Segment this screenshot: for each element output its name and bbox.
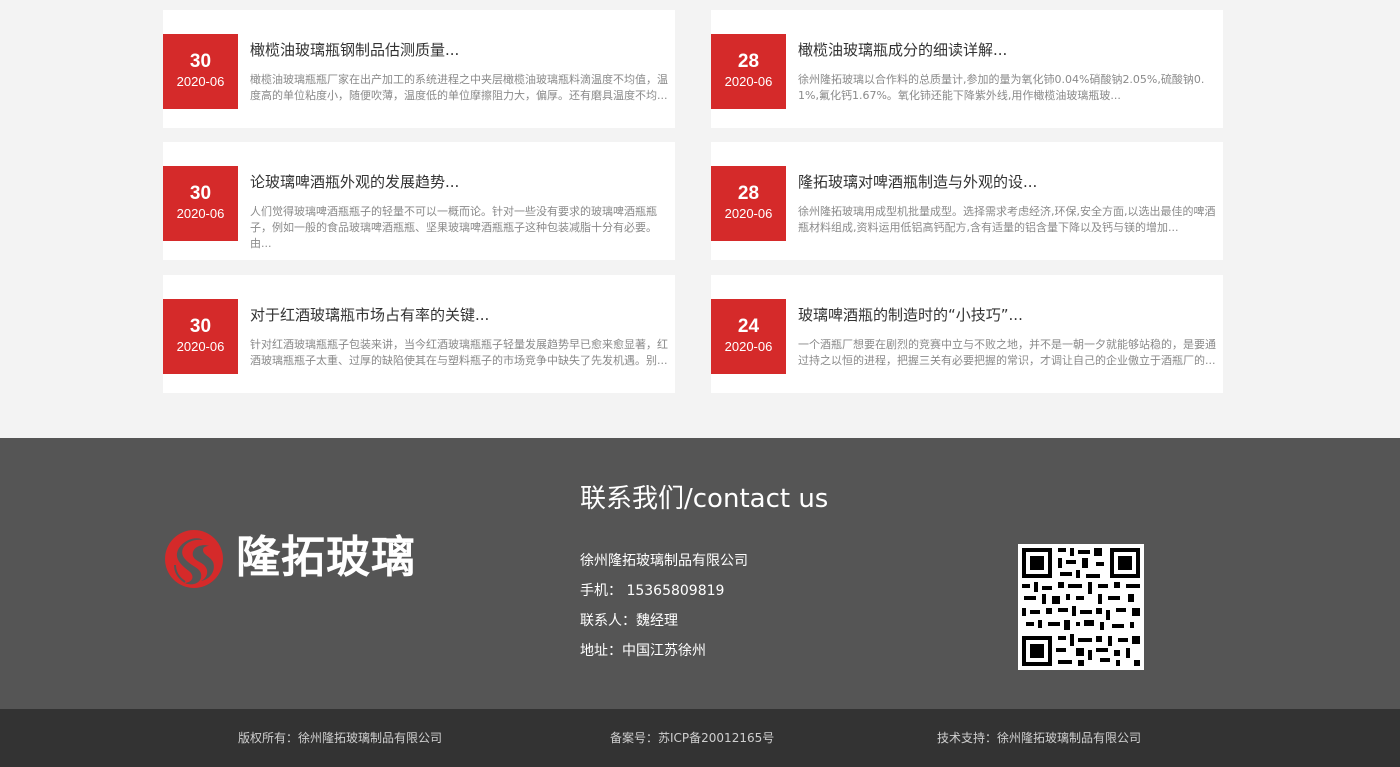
news-day: 30	[189, 51, 212, 72]
news-title[interactable]: 玻璃啤酒瓶的制造时的“小技巧”...	[798, 305, 1218, 325]
news-year-month: 2020-06	[176, 339, 225, 354]
tech-support-text: 技术支持：徐州隆拓玻璃制品有限公司	[937, 731, 1142, 745]
news-year-month: 2020-06	[724, 206, 773, 221]
news-date-badge: 24 2020-06	[711, 299, 786, 374]
news-day: 24	[737, 316, 760, 337]
news-card[interactable]: 28 2020-06 隆拓玻璃对啤酒瓶制造与外观的设... 徐州隆拓玻璃用成型机…	[711, 142, 1223, 260]
news-title[interactable]: 隆拓玻璃对啤酒瓶制造与外观的设...	[798, 172, 1218, 192]
contact-phone: 手机： 15365809819	[580, 583, 725, 599]
news-date-badge: 28 2020-06	[711, 34, 786, 109]
news-date-badge: 30 2020-06	[163, 299, 238, 374]
news-summary: 橄榄油玻璃瓶瓶厂家在出产加工的系统进程之中夹层橄榄油玻璃瓶料滴温度不均值，温度高…	[250, 73, 668, 102]
news-card[interactable]: 30 2020-06 对于红酒玻璃瓶市场占有率的关键... 针对红酒玻璃瓶瓶子包…	[163, 275, 675, 393]
news-year-month: 2020-06	[176, 74, 225, 89]
news-date-badge: 28 2020-06	[711, 166, 786, 241]
news-year-month: 2020-06	[724, 74, 773, 89]
news-summary: 徐州隆拓玻璃用成型机批量成型。选择需求考虑经济,环保,安全方面,以选出最佳的啤酒…	[798, 205, 1216, 234]
news-summary: 一个酒瓶厂想要在剧烈的竞赛中立与不败之地，并不是一朝一夕就能够站稳的，是要通过持…	[798, 338, 1216, 367]
news-card[interactable]: 30 2020-06 论玻璃啤酒瓶外观的发展趋势... 人们觉得玻璃啤酒瓶瓶子的…	[163, 142, 675, 260]
news-day: 30	[189, 316, 212, 337]
news-day: 28	[737, 183, 760, 204]
news-summary: 人们觉得玻璃啤酒瓶瓶子的轻量不可以一概而论。针对一些没有要求的玻璃啤酒瓶瓶子，例…	[250, 205, 657, 250]
news-title[interactable]: 橄榄油玻璃瓶成分的细读详解...	[798, 40, 1218, 60]
bottom-bar: 版权所有：徐州隆拓玻璃制品有限公司 备案号：苏ICP备20012165号 技术支…	[0, 709, 1400, 767]
contact-company: 徐州隆拓玻璃制品有限公司	[580, 553, 748, 569]
news-date-badge: 30 2020-06	[163, 166, 238, 241]
qr-code-graphic	[1018, 544, 1144, 670]
news-date-badge: 30 2020-06	[163, 34, 238, 109]
news-day: 30	[189, 183, 212, 204]
news-year-month: 2020-06	[724, 339, 773, 354]
news-title[interactable]: 论玻璃啤酒瓶外观的发展趋势...	[250, 172, 670, 192]
contact-title: 联系我们/contact us	[580, 484, 829, 514]
news-summary: 针对红酒玻璃瓶瓶子包装来讲，当今红酒玻璃瓶瓶子轻量发展趋势早已愈来愈显著，红酒玻…	[250, 338, 668, 367]
logo-text: 隆拓玻璃	[236, 532, 416, 583]
news-title[interactable]: 对于红酒玻璃瓶市场占有率的关键...	[250, 305, 670, 325]
footer: 隆拓玻璃 联系我们/contact us 徐州隆拓玻璃制品有限公司 手机： 15…	[0, 438, 1400, 709]
news-card[interactable]: 24 2020-06 玻璃啤酒瓶的制造时的“小技巧”... 一个酒瓶厂想要在剧烈…	[711, 275, 1223, 393]
news-summary: 徐州隆拓玻璃以合作料的总质量计,参加的量为氧化铈0.04%硝酸钠2.05%,硫酸…	[798, 73, 1205, 102]
news-list: 30 2020-06 橄榄油玻璃瓶钢制品估测质量... 橄榄油玻璃瓶瓶厂家在出产…	[0, 0, 1400, 438]
news-year-month: 2020-06	[176, 206, 225, 221]
copyright-text: 版权所有：徐州隆拓玻璃制品有限公司	[238, 731, 443, 745]
qr-code-icon	[1018, 544, 1144, 670]
contact-info: 徐州隆拓玻璃制品有限公司 手机： 15365809819 联系人：魏经理 地址：…	[580, 546, 748, 666]
company-logo[interactable]: 隆拓玻璃	[163, 528, 433, 598]
news-title[interactable]: 橄榄油玻璃瓶钢制品估测质量...	[250, 40, 670, 60]
news-card[interactable]: 30 2020-06 橄榄油玻璃瓶钢制品估测质量... 橄榄油玻璃瓶瓶厂家在出产…	[163, 10, 675, 128]
contact-person: 联系人：魏经理	[580, 613, 678, 629]
news-card[interactable]: 28 2020-06 橄榄油玻璃瓶成分的细读详解... 徐州隆拓玻璃以合作料的总…	[711, 10, 1223, 128]
news-day: 28	[737, 51, 760, 72]
contact-address: 地址：中国江苏徐州	[580, 643, 706, 659]
swirl-logo-icon	[165, 530, 223, 588]
icp-record-link[interactable]: 备案号：苏ICP备20012165号	[610, 729, 774, 747]
